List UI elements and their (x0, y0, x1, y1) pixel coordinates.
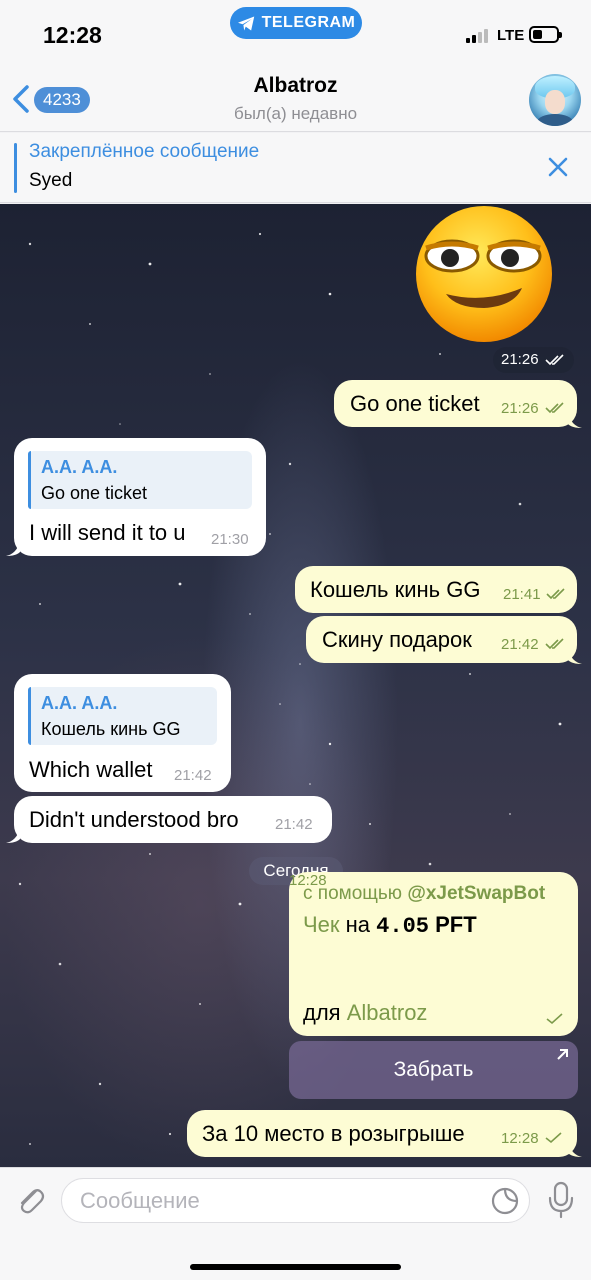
clock: 12:28 (43, 22, 102, 48)
message-time: 21:42 (275, 816, 313, 833)
reply-text: Go one ticket (41, 483, 148, 503)
message-time: 21:42 (501, 636, 539, 653)
telegram-plane-icon (237, 16, 254, 30)
double-check-icon (545, 354, 564, 366)
double-check-icon (545, 402, 564, 414)
single-check-icon (546, 1013, 563, 1025)
paperclip-icon[interactable] (14, 1183, 46, 1217)
cheque-message[interactable]: с помощью @xJetSwapBot Чек на 4.05 PFT д… (289, 872, 578, 1036)
cheque-recipient[interactable]: Albatroz (347, 1000, 428, 1025)
bubble-tail (6, 829, 20, 843)
pinned-indicator (14, 143, 17, 193)
pinned-message-bar[interactable]: Закреплённое сообщение Syed (0, 133, 591, 203)
message-text: Go one ticket (350, 391, 480, 416)
claim-button-label: Забрать (393, 1058, 474, 1081)
pinned-title: Закреплённое сообщение (29, 141, 260, 162)
single-check-icon (545, 1132, 562, 1144)
message-in[interactable]: A.A. A.A. Кошель кинь GG Which wallet 21… (14, 674, 231, 792)
chat-last-seen: был(а) недавно (233, 104, 358, 123)
external-arrow-icon (557, 1049, 568, 1060)
telegram-pill[interactable]: TELEGRAM (230, 7, 362, 39)
message-text: Which wallet (29, 757, 153, 782)
reply-quote[interactable]: A.A. A.A. Кошель кинь GG (28, 687, 217, 745)
cheque-recipient-line: для Albatroz (303, 1000, 427, 1026)
sticker-time-text: 21:26 (501, 351, 539, 368)
via-bot-line: с помощью @xJetSwapBot (303, 883, 545, 905)
sticker-icon[interactable] (491, 1187, 519, 1215)
telegram-pill-label: TELEGRAM (261, 14, 356, 31)
cheque-on: на (345, 912, 371, 937)
bubble-tail (568, 414, 582, 428)
reply-author: A.A. A.A. (41, 693, 118, 713)
cheque-amount: 4.05 (376, 914, 429, 939)
cheque-currency: PFT (435, 912, 477, 937)
message-input[interactable]: Сообщение (61, 1178, 530, 1223)
double-check-icon (545, 638, 564, 650)
microphone-icon[interactable] (547, 1181, 575, 1219)
message-time: 21:42 (174, 767, 212, 784)
message-out[interactable]: Кошель кинь GG 21:41 (295, 566, 577, 613)
bubble-tail (568, 1143, 582, 1157)
cheque-for-prefix: для (303, 1000, 341, 1025)
avatar[interactable] (529, 74, 581, 126)
message-in[interactable]: Didn't understood bro 21:42 (14, 796, 332, 843)
via-bot-link[interactable]: @xJetSwapBot (407, 883, 545, 904)
battery-icon (529, 26, 562, 43)
chat-title[interactable]: Albatroz (0, 74, 591, 98)
message-time: 12:28 (501, 1130, 539, 1147)
message-text: I will send it to u (29, 520, 186, 545)
message-out[interactable]: Скину подарок 21:42 (306, 616, 577, 663)
status-bar: 12:28 TELEGRAM LTE (0, 0, 591, 66)
reply-quote[interactable]: A.A. A.A. Go one ticket (28, 451, 252, 509)
bubble-tail (568, 650, 582, 664)
double-check-icon (546, 588, 565, 600)
message-text: Didn't understood bro (29, 807, 239, 832)
claim-button[interactable]: Забрать (289, 1041, 578, 1099)
smirk-emoji-sticker[interactable] (410, 204, 558, 344)
signal-icon (466, 29, 492, 43)
cheque-label: Чек (303, 912, 340, 937)
message-text: За 10 место в розыгрыше (202, 1121, 465, 1146)
message-time: 21:26 (501, 400, 539, 417)
network-type: LTE (497, 27, 525, 44)
close-icon[interactable] (546, 155, 570, 179)
message-out[interactable]: Go one ticket 21:26 (334, 380, 577, 427)
message-time: 21:41 (503, 586, 541, 603)
home-indicator (190, 1264, 401, 1270)
message-text: Скину подарок (322, 627, 472, 652)
chat-header: 4233 Albatroz был(а) недавно (0, 66, 591, 132)
message-text: Кошель кинь GG (310, 577, 481, 602)
message-in[interactable]: A.A. A.A. Go one ticket I will send it t… (14, 438, 266, 556)
reply-author: A.A. A.A. (41, 457, 118, 477)
message-out[interactable]: За 10 место в розыгрыше 12:28 (187, 1110, 577, 1157)
via-prefix: с помощью (303, 883, 403, 904)
message-time: 21:30 (211, 531, 249, 548)
sticker-timestamp: 21:26 (493, 347, 574, 373)
cheque-amount-line: Чек на 4.05 PFT (303, 912, 477, 939)
reply-text: Кошель кинь GG (41, 719, 181, 739)
bubble-tail (6, 542, 20, 556)
composer-bar: Сообщение (0, 1167, 591, 1280)
pinned-text: Syed (29, 170, 73, 191)
